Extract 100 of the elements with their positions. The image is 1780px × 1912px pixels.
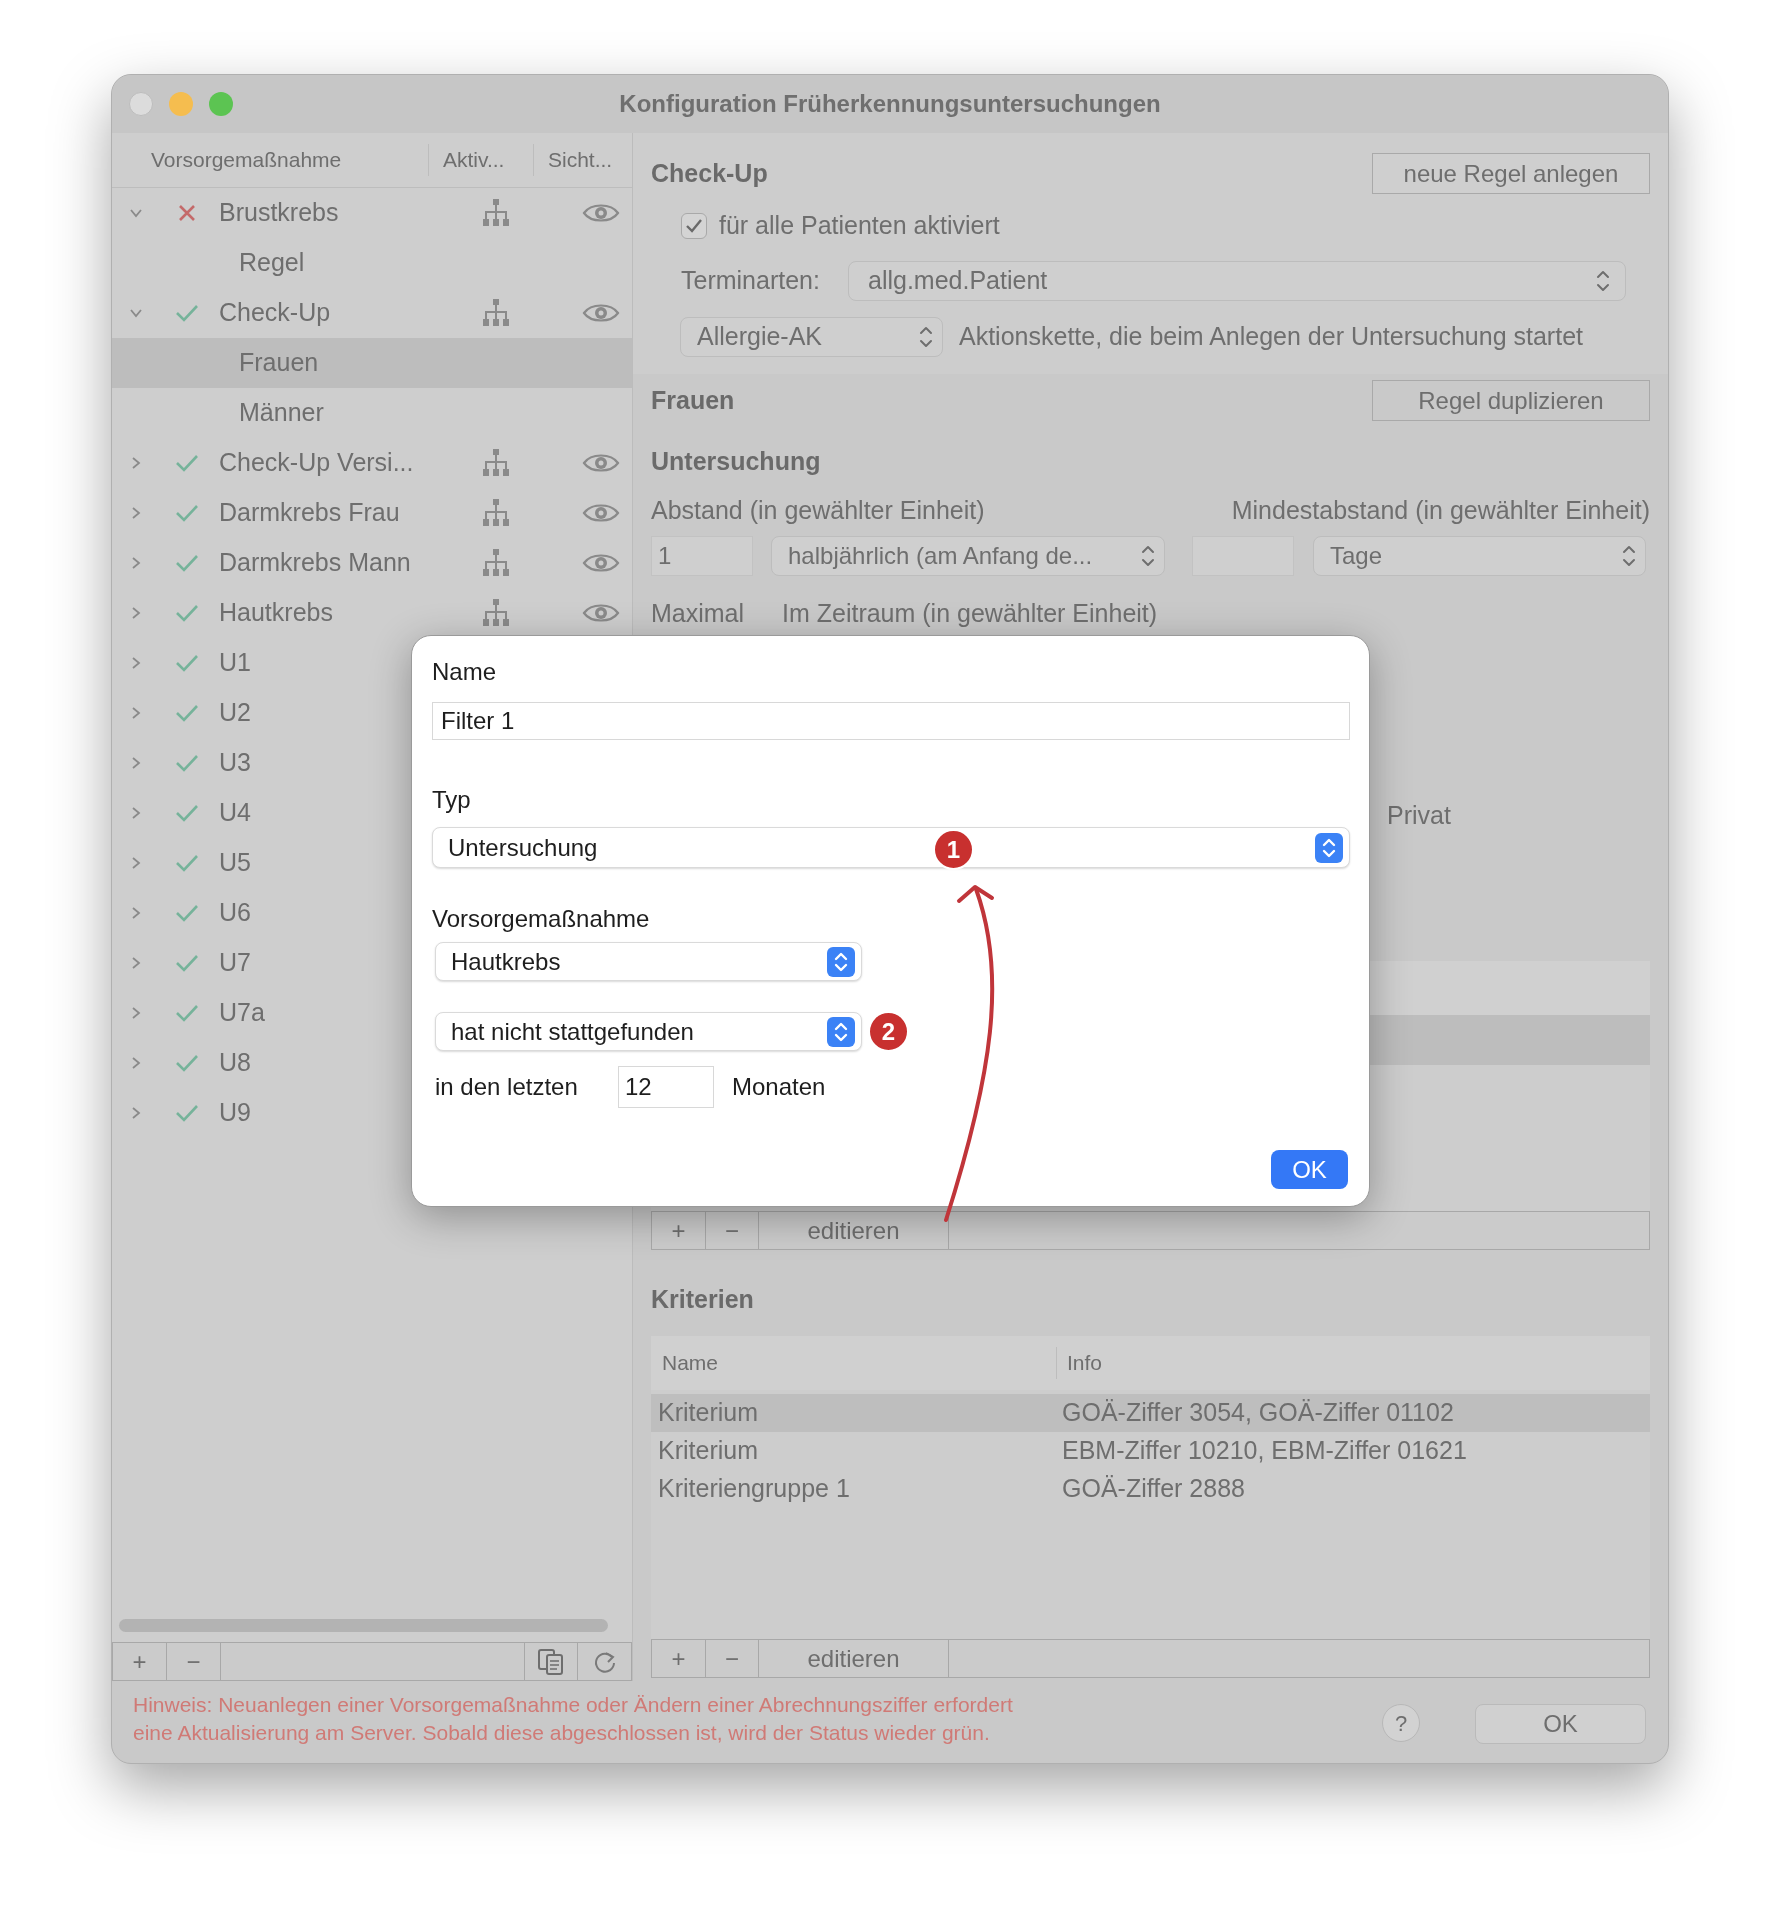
sidebar-item[interactable]: Hautkrebs: [112, 588, 632, 638]
item-label: U7: [219, 947, 251, 979]
field-label: Monaten: [732, 1072, 826, 1102]
copy-icon: [537, 1647, 565, 1676]
checkbox[interactable]: [681, 213, 707, 239]
toolbar-button[interactable]: −: [706, 1212, 759, 1249]
item-label: U5: [219, 847, 251, 879]
field-label: Mindestabstand (in gewählter Einheit): [1231, 495, 1650, 527]
item-label: U3: [219, 747, 251, 779]
toolbar-button[interactable]: −: [706, 1640, 759, 1677]
column-header[interactable]: Aktiv...: [428, 144, 533, 176]
item-label: Hautkrebs: [219, 597, 333, 629]
field-label: Abstand (in gewählter Einheit): [651, 495, 985, 527]
stepper-icon: [827, 946, 855, 977]
item-label: U7a: [219, 997, 265, 1029]
checkmark-icon: [685, 218, 703, 234]
hierarchy-icon[interactable]: [483, 449, 509, 477]
sidebar-item[interactable]: Frauen: [112, 338, 632, 388]
stepper-icon: [918, 324, 934, 350]
name-field[interactable]: Filter 1: [432, 702, 1350, 740]
action-chain-description: Aktionskette, die beim Anlegen der Untersuchung startet: [959, 321, 1583, 353]
hierarchy-icon[interactable]: [483, 599, 509, 627]
months-field[interactable]: 12: [618, 1066, 714, 1108]
eye-icon[interactable]: [582, 551, 620, 575]
eye-icon[interactable]: [582, 201, 620, 225]
criteria-row[interactable]: Kriterium GOÄ-Ziffer 3054, GOÄ-Ziffer 01102: [651, 1394, 1650, 1432]
item-label: Check-Up Versi...: [219, 447, 414, 479]
notice-text: eine Aktualisierung am Server. Sobald diese abgeschlossen ist, wird der Status wieder grün.: [133, 1720, 991, 1746]
measure-select[interactable]: Hautkrebs: [435, 942, 862, 981]
sidebar-item[interactable]: Darmkrebs Mann: [112, 538, 632, 588]
table-cell-text: EBM-Ziffer 10210, EBM-Ziffer 01621: [1061, 1435, 1468, 1467]
min-interval-unit-select[interactable]: Tage: [1313, 536, 1646, 576]
help-button[interactable]: ?: [1382, 1704, 1420, 1742]
field-label: Name: [432, 657, 498, 684]
hierarchy-icon[interactable]: [483, 299, 509, 327]
item-label: U6: [219, 897, 251, 929]
sidebar-item[interactable]: Check-Up Versi...: [112, 438, 632, 488]
column-header[interactable]: Vorsorgemaßnahme: [112, 144, 428, 176]
section-title: Kriterien: [651, 1284, 754, 1316]
column-header[interactable]: Info: [1056, 1347, 1650, 1379]
field-label: Typ: [432, 785, 472, 812]
action-chain-select[interactable]: Allergie-AK: [680, 317, 943, 357]
item-label: U4: [219, 797, 251, 829]
stepper-icon: [1595, 268, 1611, 294]
stepper-icon: [1140, 543, 1156, 569]
type-select[interactable]: Untersuchung 1: [432, 827, 1350, 868]
horizontal-scrollbar[interactable]: [119, 1619, 608, 1632]
toolbar-button[interactable]: −: [167, 1643, 221, 1680]
item-label: U9: [219, 1097, 251, 1129]
condition-select[interactable]: hat nicht stattgefunden: [435, 1012, 862, 1051]
item-label: Darmkrebs Frau: [219, 497, 400, 529]
eye-icon[interactable]: [582, 601, 620, 625]
hierarchy-icon[interactable]: [483, 549, 509, 577]
sidebar-item[interactable]: Check-Up: [112, 288, 632, 338]
ok-button[interactable]: OK: [1475, 1704, 1646, 1744]
ok-button[interactable]: OK: [1271, 1150, 1348, 1189]
field-label: Terminarten:: [681, 265, 821, 297]
sidebar-item[interactable]: U3: [112, 738, 632, 788]
eye-icon[interactable]: [582, 301, 620, 325]
toolbar-button[interactable]: +: [652, 1212, 706, 1249]
field-label: in den letzten: [435, 1072, 579, 1102]
stepper-icon: [1315, 832, 1343, 863]
step-badge: 2: [868, 1011, 909, 1052]
item-label: U1: [219, 647, 251, 679]
item-label: Brustkrebs: [219, 197, 339, 229]
field-label: Vorsorgemaßnahme: [432, 904, 651, 931]
toolbar-button[interactable]: +: [113, 1643, 167, 1680]
new-rule-button[interactable]: neue Regel anlegen: [1372, 153, 1650, 194]
sidebar-item[interactable]: Brustkrebs: [112, 188, 632, 238]
window-title: Konfiguration Früherkennungsuntersuchungen: [619, 89, 1161, 119]
criteria-row[interactable]: Kriteriengruppe 1 GOÄ-Ziffer 2888: [651, 1470, 1650, 1508]
duplicate-rule-button[interactable]: Regel duplizieren: [1372, 380, 1650, 421]
interval-unit-select[interactable]: halbjährlich (am Anfang de...: [771, 536, 1165, 576]
hierarchy-icon[interactable]: [483, 499, 509, 527]
field-label: Maximal: [651, 598, 746, 630]
item-label: U2: [219, 697, 251, 729]
interval-field[interactable]: 1: [651, 536, 753, 576]
checkbox-label: für alle Patienten aktiviert: [719, 210, 1000, 242]
field-label: Im Zeitraum (in gewählter Einheit): [782, 598, 1158, 630]
sidebar-item[interactable]: Regel: [112, 238, 632, 288]
table-cell-text: Kriterium: [657, 1435, 759, 1467]
column-header[interactable]: Sicht...: [533, 144, 632, 176]
item-label: Darmkrebs Mann: [219, 547, 411, 579]
toolbar-button[interactable]: +: [652, 1640, 706, 1677]
toolbar-button[interactable]: editieren: [759, 1212, 949, 1249]
checkbox-label: Privat: [1387, 800, 1451, 832]
appointment-type-select[interactable]: allg.med.Patient: [848, 261, 1626, 301]
zoom-window-button[interactable]: [209, 92, 233, 116]
sidebar-item[interactable]: Männer: [112, 388, 632, 438]
toolbar-button[interactable]: editieren: [759, 1640, 949, 1677]
hierarchy-icon[interactable]: [483, 199, 509, 227]
item-label: U8: [219, 1047, 251, 1079]
section-title: Untersuchung: [651, 446, 821, 478]
eye-icon[interactable]: [582, 501, 620, 525]
close-window-button[interactable]: [129, 92, 153, 116]
criteria-row[interactable]: Kriterium EBM-Ziffer 10210, EBM-Ziffer 01621: [651, 1432, 1650, 1470]
eye-icon[interactable]: [582, 451, 620, 475]
stepper-icon: [827, 1016, 855, 1047]
sidebar-item[interactable]: Darmkrebs Frau: [112, 488, 632, 538]
column-header[interactable]: Name: [651, 1347, 1056, 1379]
